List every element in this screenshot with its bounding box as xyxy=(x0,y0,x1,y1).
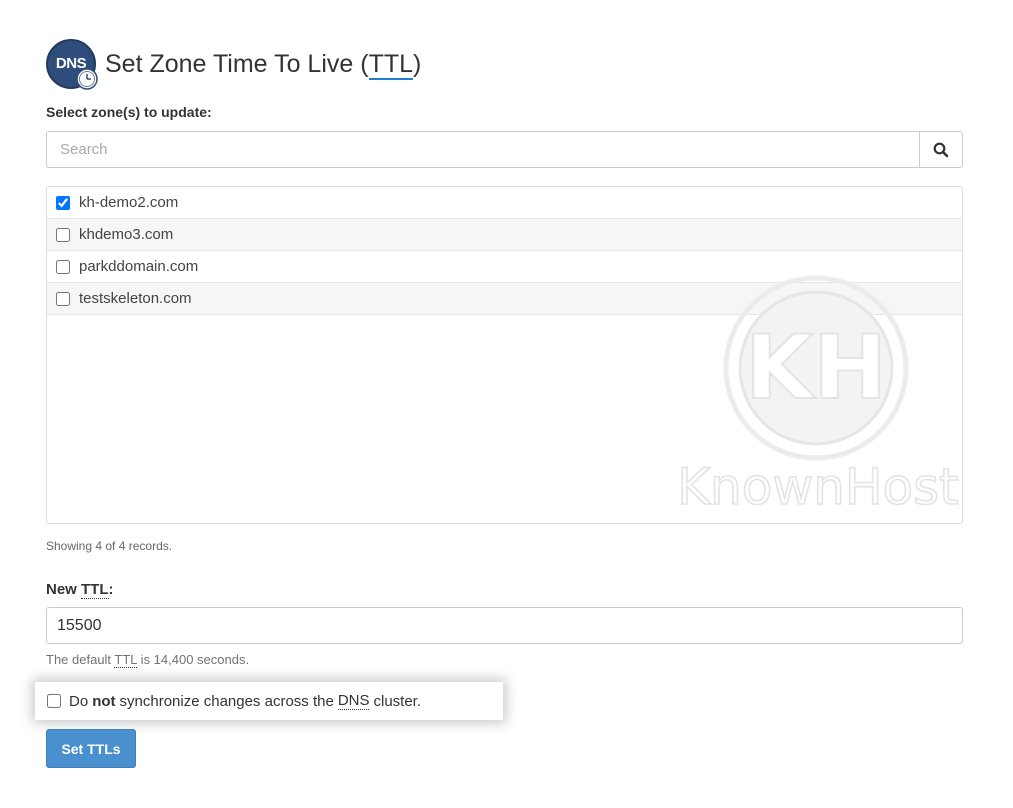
clock-icon xyxy=(76,68,98,90)
zone-name: parkddomain.com xyxy=(79,258,199,275)
set-ttls-button[interactable]: Set TTLs xyxy=(46,729,136,768)
records-count: Showing 4 of 4 records. xyxy=(46,539,173,553)
new-ttl-label: New TTL: xyxy=(46,581,114,599)
sync-option[interactable]: Do not synchronize changes across the DN… xyxy=(35,682,503,720)
zone-row[interactable]: testskeleton.com xyxy=(47,283,962,315)
zone-list: kh-demo2.com khdemo3.com parkddomain.com… xyxy=(46,186,963,524)
zone-checkbox[interactable] xyxy=(56,259,70,274)
sync-text-2: synchronize changes across the xyxy=(119,692,334,710)
zone-search-input[interactable] xyxy=(46,131,919,168)
search-icon xyxy=(933,142,949,157)
sync-text-3: cluster. xyxy=(373,692,422,710)
zone-search-group xyxy=(46,131,963,168)
sync-text-abbr: DNS xyxy=(337,692,370,710)
zone-checkbox[interactable] xyxy=(56,291,70,306)
new-ttl-label-prefix: New xyxy=(46,581,82,598)
zone-name: testskeleton.com xyxy=(79,290,192,307)
sync-checkbox[interactable] xyxy=(47,694,61,708)
zone-row[interactable]: kh-demo2.com xyxy=(47,187,962,219)
new-ttl-label-abbr: TTL xyxy=(81,581,109,599)
zone-checkbox[interactable] xyxy=(56,195,70,210)
zone-row[interactable]: khdemo3.com xyxy=(47,219,962,251)
page-title-abbr: TTL xyxy=(368,49,414,80)
search-button[interactable] xyxy=(919,131,963,168)
zone-select-label: Select zone(s) to update: xyxy=(46,104,212,120)
ttl-help-prefix: The default xyxy=(46,652,115,667)
ttl-help-text: The default TTL is 14,400 seconds. xyxy=(46,652,250,668)
new-ttl-label-suffix: : xyxy=(108,581,114,598)
page-title-suffix: ) xyxy=(413,49,422,78)
page-title: Set Zone Time To Live (TTL) xyxy=(105,49,422,80)
sync-text-bold: not xyxy=(92,692,116,710)
page-title-prefix: Set Zone Time To Live ( xyxy=(105,49,369,78)
zone-name: khdemo3.com xyxy=(79,226,174,243)
zone-name: kh-demo2.com xyxy=(79,194,179,211)
zone-row[interactable]: parkddomain.com xyxy=(47,251,962,283)
ttl-help-abbr: TTL xyxy=(114,652,138,668)
page-header: DNS Set Zone Time To Live (TTL) xyxy=(46,38,421,90)
sync-text-1: Do xyxy=(69,692,89,710)
ttl-help-suffix: is 14,400 seconds. xyxy=(137,652,250,667)
dns-icon: DNS xyxy=(46,39,98,90)
zone-checkbox[interactable] xyxy=(56,227,70,242)
ttl-input[interactable] xyxy=(46,607,963,644)
